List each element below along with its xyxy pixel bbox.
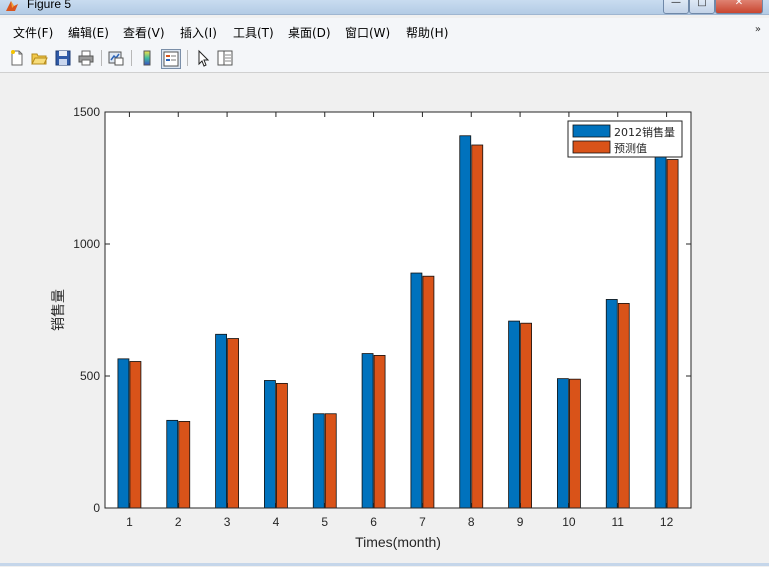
bar-forecast-9 [520,322,532,509]
menu-view[interactable]: 查看(V) [123,24,165,41]
bar-actual-7 [410,272,423,509]
x-tick-label: 3 [224,515,231,529]
property-editor-icon[interactable] [216,49,234,67]
x-tick-label: 8 [468,515,475,529]
maximize-button[interactable]: □ [689,0,715,14]
bar-actual-11 [605,299,618,509]
bar-forecast-5 [324,413,337,509]
double-chevron-icon[interactable]: » [755,24,761,35]
toolbar-separator [131,50,132,66]
x-tick-label: 11 [612,515,625,529]
bar-forecast-1 [129,361,142,509]
bar-forecast-4 [276,382,288,509]
bar-forecast-6 [373,355,386,509]
y-tick-label: 1500 [73,105,100,119]
y-tick-label: 0 [93,501,100,515]
bar-forecast-8 [471,144,484,509]
bar-chart[interactable]: 0500100015001 2 3 4 5 6 7 8 9 10 11 12Times(month)销… [2,73,767,563]
legend-label-1: 预测值 [614,142,647,155]
x-tick-label: 1 [126,515,133,529]
link-plot-icon[interactable] [107,49,125,67]
x-tick-label: 6 [370,515,377,529]
new-figure-icon[interactable] [8,49,26,67]
colorbar-icon[interactable] [138,49,156,67]
menu-desktop[interactable]: 桌面(D) [288,24,331,41]
minimize-button[interactable]: — [663,0,689,14]
pointer-icon[interactable] [194,49,212,67]
legend-label-0: 2012销售量 [614,125,675,139]
plot-area [105,112,691,508]
bar-actual-5 [312,413,325,509]
toolbar-separator [187,50,188,66]
y-tick-label: 500 [80,369,100,383]
bar-actual-4 [264,380,276,509]
x-tick-label: 4 [273,515,280,529]
menu-insert[interactable]: 插入(I) [180,24,217,41]
x-axis-label: Times(month) [355,534,441,550]
bar-actual-9 [508,320,520,509]
figure-canvas: 0 500 1000 1500 1 2 3 4 5 6 7 8 9 10 11 12 Times(month) 销… [2,73,767,563]
bar-actual-10 [557,378,569,509]
x-tick-label: 7 [419,515,426,529]
menu-window[interactable]: 窗口(W) [345,24,390,41]
x-tick-label: 10 [562,515,576,529]
figure-toolbar [0,45,769,73]
x-tick-label: 5 [321,515,328,529]
legend-swatch-0 [572,124,611,138]
open-file-icon[interactable] [30,49,48,67]
bar-actual-8 [459,135,472,509]
menu-tools[interactable]: 工具(T) [233,24,274,41]
toolbar-separator [101,50,102,66]
y-axis-label: 销售量 [51,289,67,331]
x-tick-label: 2 [175,515,182,529]
matlab-logo-icon [6,1,18,11]
menu-bar: 文件(F) 编辑(E) 查看(V) 插入(I) 工具(T) 桌面(D) 窗口(W… [0,18,769,46]
x-tick-label: 9 [517,515,524,529]
legend-icon[interactable] [161,49,181,69]
bar-actual-12 [654,145,667,509]
bar-forecast-10 [569,378,581,509]
close-button[interactable]: ✕ [715,0,763,14]
y-tick-label: 1000 [73,237,100,251]
bar-actual-1 [117,358,130,509]
x-tick-label: 12 [660,515,674,529]
bar-actual-6 [361,353,374,509]
bar-forecast-2 [178,421,191,509]
bar-forecast-12 [666,159,679,509]
window-title: Figure 5 [27,0,72,11]
legend-swatch-1 [572,140,611,154]
bar-actual-3 [215,333,227,509]
menu-edit[interactable]: 编辑(E) [68,24,109,41]
window-title-bar: Figure 5 — □ ✕ [0,0,769,15]
bar-actual-2 [166,419,179,509]
bar-forecast-3 [227,338,239,509]
print-icon[interactable] [77,49,95,67]
bar-forecast-11 [617,302,630,509]
bar-forecast-7 [422,275,435,509]
menu-help[interactable]: 帮助(H) [406,24,448,41]
save-icon[interactable] [54,49,72,67]
menu-file[interactable]: 文件(F) [13,24,53,41]
